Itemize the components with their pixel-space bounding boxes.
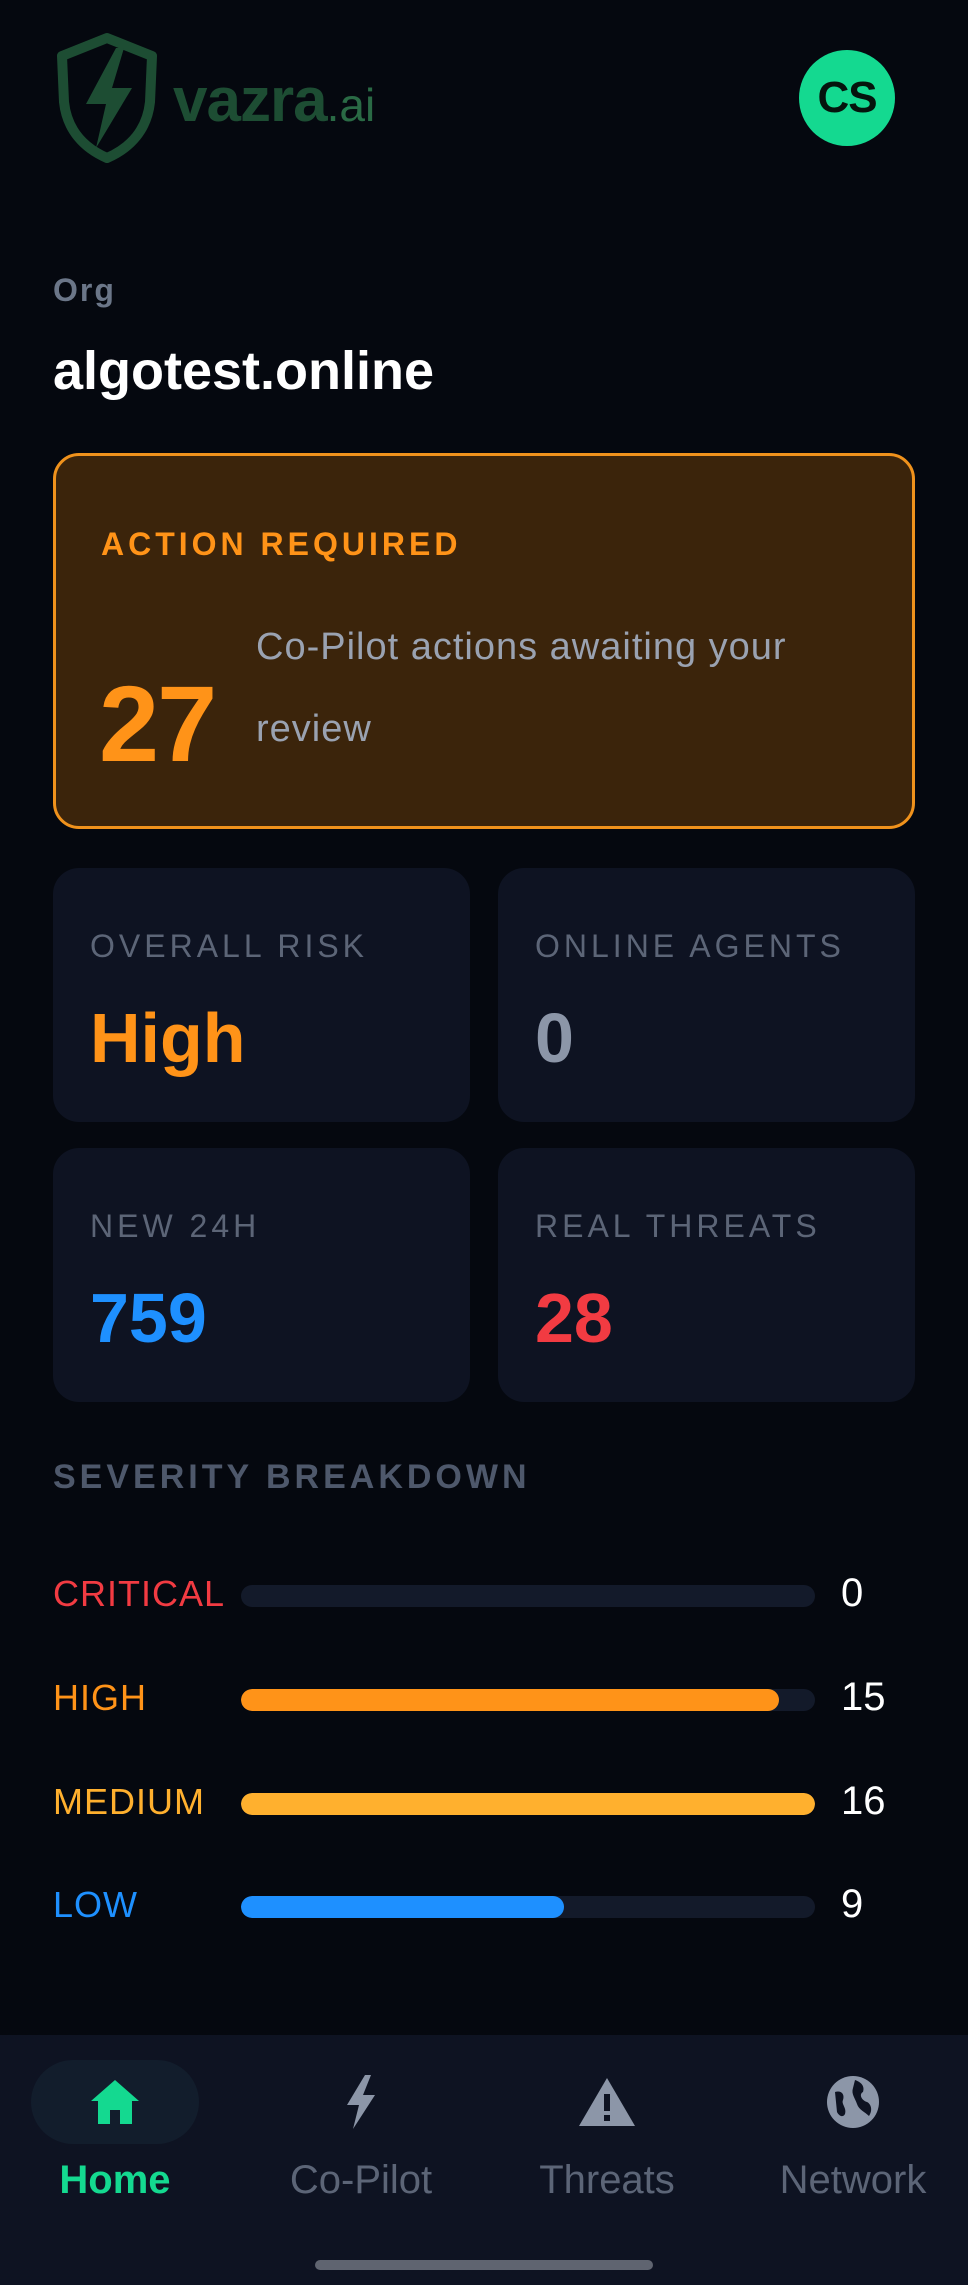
app-logo[interactable]: vazra .ai: [50, 30, 375, 165]
online-agents-value: 0: [535, 999, 574, 1077]
online-agents-label: ONLINE AGENTS: [535, 928, 845, 964]
logo-tld: .ai: [326, 79, 376, 131]
severity-count: 9: [841, 1882, 864, 1926]
new-24h-card[interactable]: NEW 24H 759: [53, 1148, 470, 1402]
overall-risk-label: OVERALL RISK: [90, 928, 369, 964]
new-24h-label: NEW 24H: [90, 1208, 261, 1244]
nav-item-threats[interactable]: Threats: [492, 2060, 722, 2240]
severity-bar-track: [241, 1585, 815, 1607]
warning-icon: [579, 2078, 635, 2126]
severity-row-high: HIGH 15: [53, 1669, 933, 1725]
org-name[interactable]: algotest.online: [53, 340, 434, 402]
severity-label: MEDIUM: [53, 1781, 205, 1822]
home-indicator[interactable]: [315, 2260, 653, 2270]
severity-bar-track: [241, 1689, 815, 1711]
overall-risk-card[interactable]: OVERALL RISK High: [53, 868, 470, 1122]
severity-bar-track: [241, 1793, 815, 1815]
action-required-count: 27: [99, 663, 217, 784]
real-threats-value: 28: [535, 1279, 613, 1357]
home-icon: [91, 2080, 139, 2124]
nav-item-home[interactable]: Home: [0, 2060, 230, 2240]
globe-icon: [827, 2076, 879, 2128]
severity-count: 16: [841, 1779, 886, 1823]
overall-risk-value: High: [90, 999, 246, 1077]
user-avatar[interactable]: CS: [799, 50, 895, 146]
severity-row-low: LOW 9: [53, 1876, 933, 1932]
bottom-navigation: Home Co-Pilot Threats Network: [0, 2035, 968, 2285]
logo-name: vazra: [173, 66, 328, 135]
nav-item-copilot[interactable]: Co-Pilot: [246, 2060, 476, 2240]
action-required-description: Co-Pilot actions awaiting your review: [256, 626, 787, 750]
severity-bar-fill: [241, 1793, 815, 1815]
shield-bolt-logo-icon: [57, 33, 157, 163]
real-threats-card[interactable]: REAL THREATS 28: [498, 1148, 915, 1402]
nav-label-copilot: Co-Pilot: [289, 2158, 433, 2202]
new-24h-value: 759: [90, 1279, 207, 1357]
severity-breakdown-title: SEVERITY BREAKDOWN: [53, 1458, 531, 1496]
app-header: vazra .ai CS: [0, 0, 968, 200]
severity-bar-track: [241, 1896, 815, 1918]
severity-row-critical: CRITICAL 0: [53, 1565, 933, 1621]
severity-bar-fill: [241, 1689, 780, 1711]
severity-label: HIGH: [53, 1677, 147, 1718]
action-required-title: ACTION REQUIRED: [101, 526, 462, 562]
real-threats-label: REAL THREATS: [535, 1208, 821, 1244]
nav-label-home: Home: [59, 2158, 171, 2202]
org-label: Org: [53, 272, 116, 308]
severity-count: 0: [841, 1571, 864, 1615]
nav-label-network: Network: [779, 2158, 927, 2202]
dashboard-screen: vazra .ai CS Org algotest.online ACTION …: [0, 0, 968, 2285]
severity-bar-fill: [241, 1896, 564, 1918]
bolt-icon: [347, 2075, 375, 2129]
nav-label-threats: Threats: [539, 2158, 675, 2202]
severity-label: LOW: [53, 1884, 139, 1925]
severity-count: 15: [841, 1675, 886, 1719]
severity-label: CRITICAL: [53, 1573, 226, 1614]
action-required-card[interactable]: ACTION REQUIRED 27 Co-Pilot actions awai…: [53, 453, 915, 829]
nav-item-network[interactable]: Network: [738, 2060, 968, 2240]
online-agents-card[interactable]: ONLINE AGENTS 0: [498, 868, 915, 1122]
severity-row-medium: MEDIUM 16: [53, 1773, 933, 1829]
